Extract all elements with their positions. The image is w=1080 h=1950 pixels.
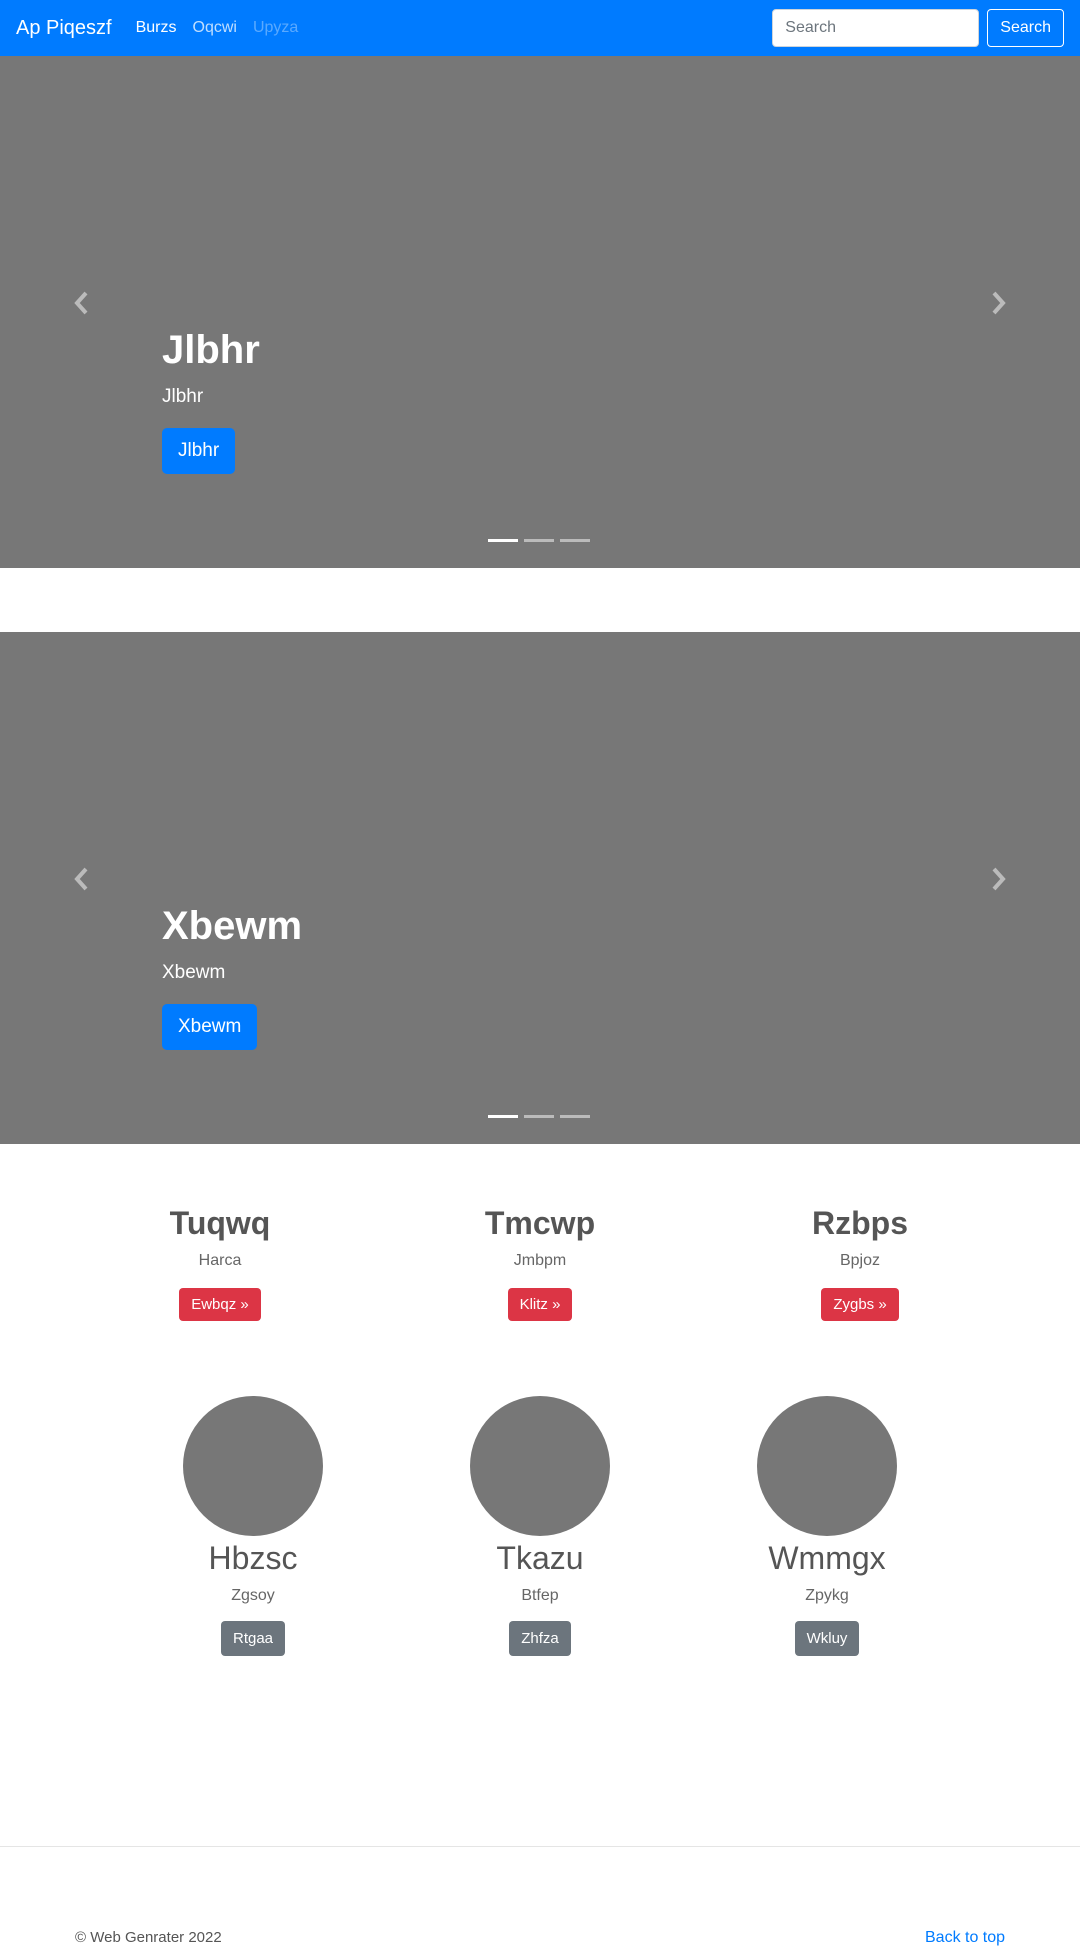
chevron-right-icon	[992, 867, 1006, 891]
search-input[interactable]	[772, 9, 980, 47]
carousel-indicators	[488, 539, 590, 542]
hero-carousel-1: Jlbhr Jlbhr Jlbhr	[0, 56, 1080, 568]
feature-button[interactable]: Klitz »	[507, 1288, 573, 1321]
avatar	[757, 1396, 897, 1536]
nav-link-oqcwi[interactable]: Oqcwi	[193, 19, 237, 37]
nav-link-burzs[interactable]: Burzs	[136, 19, 177, 37]
carousel-indicator[interactable]	[488, 539, 518, 542]
member-name: Tkazu	[496, 1540, 584, 1576]
carousel-next-button[interactable]	[986, 288, 1010, 318]
member-button[interactable]: Wkluy	[794, 1621, 860, 1656]
feature-heading: Tmcwp	[484, 1205, 596, 1241]
carousel-indicator[interactable]	[488, 1115, 518, 1118]
feature-button[interactable]: Zygbs »	[821, 1288, 899, 1321]
carousel-caption: Jlbhr Jlbhr Jlbhr	[162, 326, 260, 474]
search-button[interactable]: Search	[987, 9, 1064, 47]
feature-heading: Tuqwq	[169, 1205, 271, 1241]
nav-link-upyza: Upyza	[252, 19, 299, 36]
navbar: Ap Piqeszf Burzs Oqcwi Upyza Search	[0, 0, 1080, 56]
avatar	[470, 1396, 610, 1536]
carousel-prev-button[interactable]	[70, 864, 94, 894]
brand-logo[interactable]: Ap Piqeszf	[16, 17, 112, 40]
member-text: Zgsoy	[231, 1587, 275, 1604]
carousel-indicator[interactable]	[560, 1115, 590, 1118]
footer-divider	[0, 1846, 1080, 1847]
member-name: Wmmgx	[768, 1540, 886, 1576]
back-to-top-link[interactable]: Back to top	[925, 1929, 1005, 1947]
hero-carousel-2: Xbewm Xbewm Xbewm	[0, 632, 1080, 1144]
feature-column: Rzbps Bpjoz Zygbs »	[750, 1205, 970, 1321]
member-card: Wmmgx Zpykg Wkluy	[717, 1396, 937, 1656]
chevron-right-icon	[992, 291, 1006, 315]
carousel-next-button[interactable]	[986, 864, 1010, 894]
feature-text: Bpjoz	[839, 1252, 881, 1269]
carousel-indicator[interactable]	[560, 539, 590, 542]
feature-button[interactable]: Ewbqz »	[179, 1288, 261, 1321]
carousel-indicator[interactable]	[524, 539, 554, 542]
avatar	[183, 1396, 323, 1536]
member-card: Tkazu Btfep Zhfza	[430, 1396, 650, 1656]
feature-heading: Rzbps	[812, 1205, 908, 1241]
carousel-indicator[interactable]	[524, 1115, 554, 1118]
carousel-title: Jlbhr	[162, 328, 260, 372]
feature-text: Jmbpm	[513, 1252, 567, 1269]
member-text: Btfep	[521, 1587, 559, 1604]
member-text: Zpykg	[805, 1587, 849, 1604]
member-card: Hbzsc Zgsoy Rtgaa	[143, 1396, 363, 1656]
carousel-prev-button[interactable]	[70, 288, 94, 318]
chevron-left-icon	[74, 291, 88, 315]
member-button[interactable]: Zhfza	[509, 1621, 571, 1656]
carousel-subtitle: Xbewm	[162, 962, 226, 983]
carousel-title: Xbewm	[162, 904, 303, 948]
chevron-left-icon	[74, 867, 88, 891]
feature-column: Tmcwp Jmbpm Klitz »	[430, 1205, 650, 1321]
copyright-text: © Web Genrater 2022	[75, 1929, 222, 1946]
carousel-caption: Xbewm Xbewm Xbewm	[162, 902, 302, 1050]
member-button[interactable]: Rtgaa	[220, 1621, 286, 1656]
carousel-subtitle: Jlbhr	[162, 386, 204, 407]
carousel-indicators	[488, 1115, 590, 1118]
carousel-cta-button[interactable]: Xbewm	[162, 1004, 258, 1050]
carousel-cta-button[interactable]: Jlbhr	[162, 428, 236, 474]
feature-column: Tuqwq Harca Ewbqz »	[110, 1205, 330, 1321]
member-name: Hbzsc	[208, 1540, 298, 1576]
feature-text: Harca	[198, 1252, 242, 1269]
